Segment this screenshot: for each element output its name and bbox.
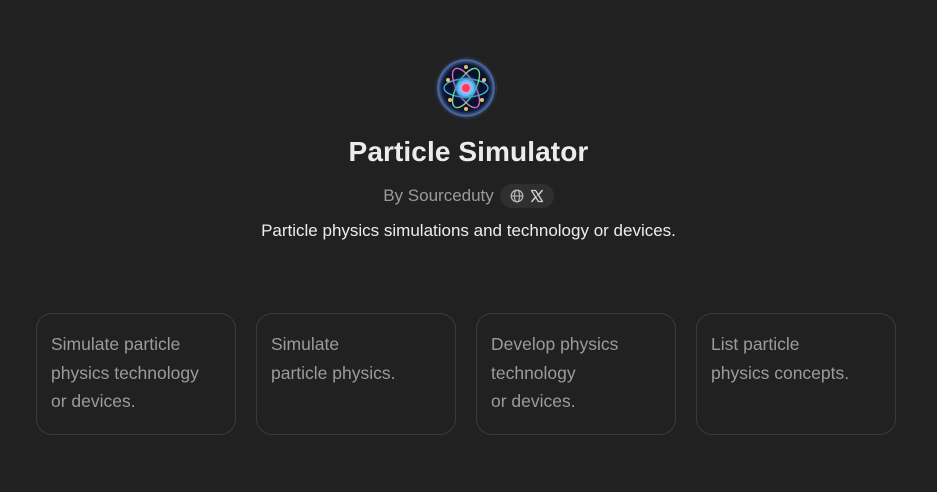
conversation-starters: Simulate particle physics technology or … bbox=[36, 313, 896, 435]
social-links bbox=[499, 184, 554, 208]
starter-card[interactable]: Develop physics technology or devices. bbox=[476, 313, 676, 435]
gpt-profile-page: Particle Simulator By Sourceduty Particl… bbox=[0, 0, 937, 492]
particle-orb-image bbox=[436, 58, 496, 118]
author-name: By Sourceduty bbox=[383, 186, 494, 205]
gpt-avatar bbox=[436, 58, 496, 118]
starter-card[interactable]: Simulate particle physics. bbox=[256, 313, 456, 435]
x-logo-icon[interactable] bbox=[530, 189, 544, 203]
gpt-title: Particle Simulator bbox=[348, 136, 589, 167]
starter-card[interactable]: List particle physics concepts. bbox=[696, 313, 896, 435]
starter-card[interactable]: Simulate particle physics technology or … bbox=[36, 313, 236, 435]
globe-icon[interactable] bbox=[510, 189, 524, 203]
author-byline: By Sourceduty bbox=[0, 184, 937, 208]
gpt-description: Particle physics simulations and technol… bbox=[261, 221, 676, 240]
